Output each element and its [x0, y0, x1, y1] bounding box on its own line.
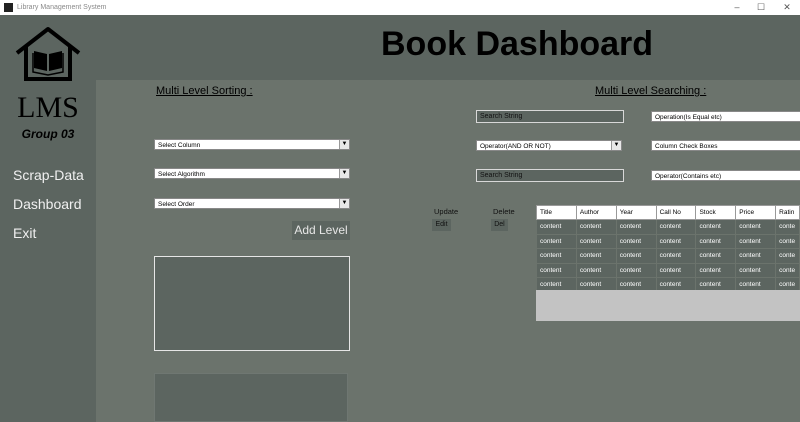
chevron-down-icon: ▼ [339, 199, 349, 208]
search-string-input-2[interactable]: Search String [476, 169, 624, 182]
table-cell: content [735, 262, 777, 278]
chevron-down-icon: ▼ [339, 169, 349, 178]
table-cell: content [735, 248, 777, 264]
minimize-icon[interactable]: – [728, 0, 746, 15]
books-table[interactable]: Title Author Year Call No Stock Price Ra… [536, 205, 800, 293]
select-algorithm-dropdown[interactable]: Select Algorithm ▼ [154, 168, 350, 179]
table-cell: content [735, 233, 777, 249]
table-cell: content [615, 219, 657, 235]
table-row[interactable]: content content content content content … [536, 248, 800, 264]
select-order-value: Select Order [158, 201, 195, 208]
contains-operator-dropdown[interactable]: Operator(Contains etc) [651, 170, 800, 181]
maximize-icon[interactable]: ☐ [752, 0, 770, 15]
table-cell: conte [775, 233, 800, 249]
column-header-author[interactable]: Author [575, 205, 617, 220]
nav-scrap-data[interactable]: Scrap-Data [13, 167, 84, 183]
column-check-boxes-dropdown[interactable]: Column Check Boxes [651, 140, 800, 151]
table-cell: content [655, 248, 697, 264]
column-header-year[interactable]: Year [615, 205, 657, 220]
table-cell: content [735, 219, 777, 235]
update-label: Update [434, 207, 459, 216]
table-cell: content [536, 219, 577, 235]
table-cell: content [575, 248, 617, 264]
table-cell: content [575, 233, 617, 249]
header: Book Dashboard [96, 15, 800, 80]
search-string-input[interactable]: Search String [476, 110, 624, 123]
table-cell: content [615, 248, 657, 264]
table-cell: content [615, 233, 657, 249]
table-row[interactable]: content content content content content … [536, 233, 800, 249]
select-column-value: Select Column [158, 142, 201, 149]
table-cell: content [575, 219, 617, 235]
table-cell: content [655, 233, 697, 249]
close-icon[interactable]: ✕ [778, 0, 796, 15]
app-icon [4, 3, 13, 12]
table-cell: content [695, 262, 737, 278]
table-cell: conte [775, 262, 800, 278]
sort-output-panel [154, 373, 348, 422]
column-header-stock[interactable]: Stock [695, 205, 737, 220]
table-cell: content [615, 262, 657, 278]
contains-operator-value: Operator(Contains etc) [655, 173, 722, 180]
searching-title: Multi Level Searching : [595, 85, 707, 97]
operator-value: Operator(AND OR NOT) [480, 143, 551, 150]
table-cell: conte [775, 248, 800, 264]
nav-exit[interactable]: Exit [13, 225, 36, 241]
select-column-dropdown[interactable]: Select Column ▼ [154, 139, 350, 150]
sidebar: LMS Group 03 Scrap-Data Dashboard Exit [0, 15, 96, 422]
library-home-icon [15, 27, 81, 81]
operation-value: Operation(Is Equal etc) [655, 114, 722, 121]
table-row[interactable]: content content content content content … [536, 262, 800, 278]
main-panel: Multi Level Sorting : Select Column ▼ Se… [96, 80, 800, 422]
chevron-down-icon: ▼ [339, 140, 349, 149]
delete-label: Delete [493, 207, 515, 216]
column-header-call-no[interactable]: Call No [655, 205, 697, 220]
del-button[interactable]: Del [491, 219, 508, 231]
operation-dropdown[interactable]: Operation(Is Equal etc) [651, 111, 800, 122]
group-label: Group 03 [21, 127, 75, 141]
table-cell: content [575, 262, 617, 278]
window-title: Library Management System [17, 4, 107, 11]
table-cell: content [695, 233, 737, 249]
page-title: Book Dashboard [381, 25, 654, 63]
window-titlebar: Library Management System – ☐ ✕ [0, 0, 800, 15]
table-cell: content [536, 262, 577, 278]
sort-levels-list[interactable] [154, 256, 350, 351]
brand-name: LMS [17, 91, 79, 124]
add-level-button[interactable]: Add Level [292, 221, 350, 240]
select-order-dropdown[interactable]: Select Order ▼ [154, 198, 350, 209]
table-cell: content [536, 248, 577, 264]
edit-button[interactable]: Edit [432, 219, 451, 231]
column-check-boxes-value: Column Check Boxes [655, 143, 718, 150]
table-header-row: Title Author Year Call No Stock Price Ra… [536, 205, 800, 220]
table-cell: conte [775, 219, 800, 235]
column-header-price[interactable]: Price [735, 205, 777, 220]
table-cell: content [655, 262, 697, 278]
table-cell: content [655, 219, 697, 235]
column-header-title[interactable]: Title [536, 205, 577, 220]
sorting-title: Multi Level Sorting : [156, 85, 253, 97]
table-cell: content [695, 219, 737, 235]
chevron-down-icon: ▼ [611, 141, 621, 150]
nav-dashboard[interactable]: Dashboard [13, 196, 82, 212]
operator-dropdown[interactable]: Operator(AND OR NOT) ▼ [476, 140, 622, 151]
table-row[interactable]: content content content content content … [536, 219, 800, 235]
table-cell: content [536, 233, 577, 249]
table-empty-area [536, 290, 800, 321]
table-cell: content [695, 248, 737, 264]
select-algorithm-value: Select Algorithm [158, 171, 205, 178]
column-header-rating[interactable]: Ratin [775, 205, 800, 220]
